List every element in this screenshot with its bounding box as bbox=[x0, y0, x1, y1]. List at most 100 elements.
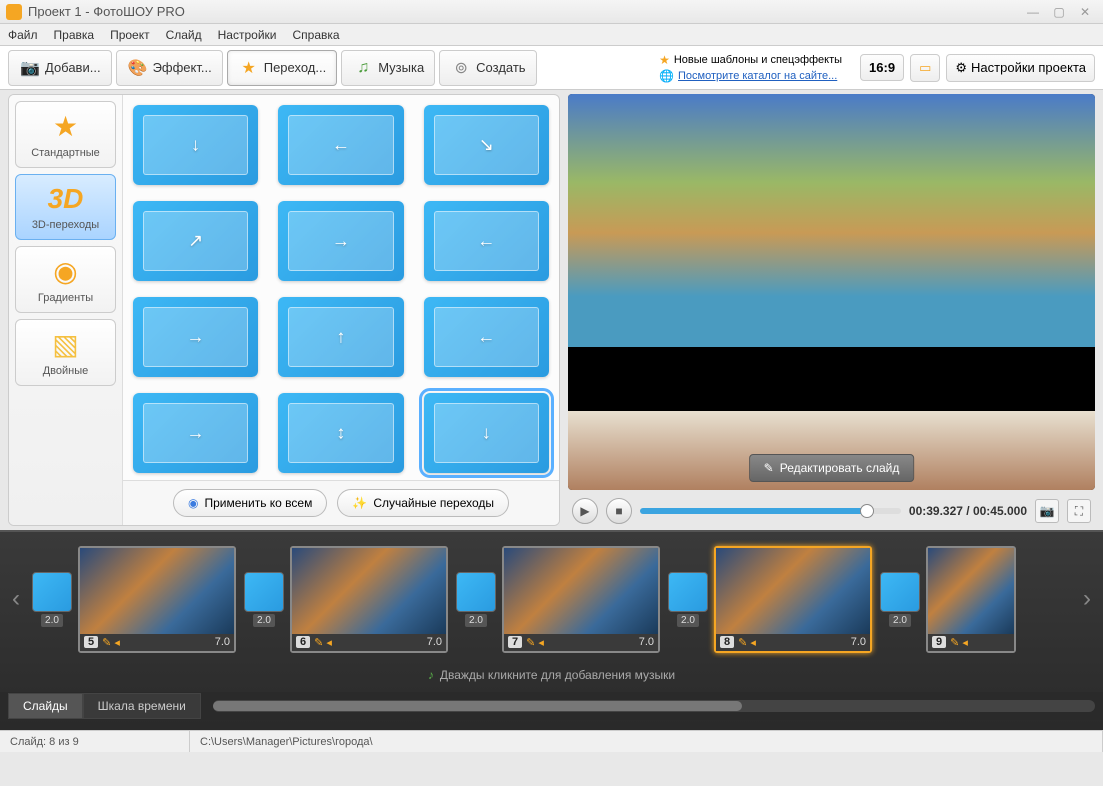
slide-edit-icons[interactable]: ✎ ◂ bbox=[314, 636, 332, 649]
transition-thumb[interactable]: ↓ bbox=[133, 105, 258, 185]
transition-duration: 2.0 bbox=[253, 614, 275, 627]
fullscreen-button[interactable]: ⛶ bbox=[1067, 499, 1091, 523]
random-label: Случайные переходы bbox=[373, 496, 494, 510]
arrow-icon: ← bbox=[332, 135, 350, 156]
slide-edit-icons[interactable]: ✎ ◂ bbox=[526, 636, 544, 649]
scrollbar-thumb[interactable] bbox=[213, 701, 742, 711]
timeline-tab-time[interactable]: Шкала времени bbox=[83, 693, 201, 719]
menu-file[interactable]: Файл bbox=[8, 28, 38, 42]
menu-slide[interactable]: Слайд bbox=[166, 28, 202, 42]
tab-create[interactable]: ⊚ Создать bbox=[439, 50, 536, 86]
slide-edit-icons[interactable]: ✎ ◂ bbox=[102, 636, 120, 649]
slide-edit-icons[interactable]: ✎ ◂ bbox=[950, 636, 968, 649]
tab-transitions[interactable]: ★ Переход... bbox=[227, 50, 337, 86]
play-button[interactable]: ▶ bbox=[572, 498, 598, 524]
tab-music[interactable]: ♫ Музыка bbox=[341, 50, 435, 86]
arrow-icon: ↓ bbox=[482, 423, 491, 444]
arrow-icon: ↗ bbox=[188, 231, 203, 252]
image-icon: ▭ bbox=[919, 60, 931, 76]
slide-thumbnail bbox=[504, 548, 658, 634]
transition-thumb[interactable]: ↕ bbox=[278, 393, 403, 473]
slide-card[interactable]: 9✎ ◂ bbox=[926, 546, 1016, 653]
music-track[interactable]: ♪ Дважды кликните для добавления музыки bbox=[0, 658, 1103, 692]
tab-add-label: Добави... bbox=[45, 60, 101, 75]
slide-card[interactable]: 7✎ ◂7.0 bbox=[502, 546, 660, 653]
transition-thumb[interactable]: ← bbox=[424, 297, 549, 377]
slide-duration: 7.0 bbox=[851, 636, 866, 648]
category-standard-label: Стандартные bbox=[31, 147, 100, 159]
slide-card[interactable]: 6✎ ◂7.0 bbox=[290, 546, 448, 653]
transition-thumb[interactable]: ↘ bbox=[424, 105, 549, 185]
project-settings-button[interactable]: ⚙ Настройки проекта bbox=[946, 54, 1095, 82]
menu-edit[interactable]: Правка bbox=[54, 28, 95, 42]
minimize-button[interactable]: — bbox=[1021, 4, 1045, 20]
transition-thumb[interactable]: ← bbox=[278, 105, 403, 185]
transition-thumb[interactable]: → bbox=[133, 297, 258, 377]
slide-info-bar: 7✎ ◂7.0 bbox=[504, 634, 658, 651]
menu-help[interactable]: Справка bbox=[292, 28, 339, 42]
random-button[interactable]: ✨ Случайные переходы bbox=[337, 489, 509, 517]
slide-duration: 7.0 bbox=[639, 636, 654, 648]
star-icon: ★ bbox=[659, 53, 670, 67]
menu-settings[interactable]: Настройки bbox=[218, 28, 277, 42]
preview-viewport: ✎ Редактировать слайд bbox=[568, 94, 1095, 490]
slide-thumbnail bbox=[716, 548, 870, 634]
category-standard[interactable]: ★ Стандартные bbox=[15, 101, 116, 168]
edit-slide-button[interactable]: ✎ Редактировать слайд bbox=[749, 454, 915, 482]
transition-thumb[interactable]: → bbox=[133, 393, 258, 473]
tab-effects[interactable]: 🎨 Эффект... bbox=[116, 50, 223, 86]
transition-thumb[interactable]: ↗ bbox=[133, 201, 258, 281]
header-links: ★Новые шаблоны и спецэффекты 🌐Посмотрите… bbox=[659, 53, 842, 83]
stop-button[interactable]: ■ bbox=[606, 498, 632, 524]
timeline-next-button[interactable]: › bbox=[1079, 585, 1095, 613]
slider-knob[interactable] bbox=[860, 504, 874, 518]
slide-card[interactable]: 5✎ ◂7.0 bbox=[78, 546, 236, 653]
wand-icon: ✨ bbox=[352, 496, 367, 510]
category-3d[interactable]: 3D 3D-переходы bbox=[15, 174, 116, 240]
slider-fill bbox=[640, 508, 867, 514]
tab-effects-label: Эффект... bbox=[153, 60, 212, 75]
transition-mini-thumb bbox=[456, 572, 496, 612]
background-button[interactable]: ▭ bbox=[910, 54, 940, 82]
transition-thumb[interactable]: ← bbox=[424, 201, 549, 281]
transition-mini[interactable]: 2.0 bbox=[454, 572, 498, 627]
transition-mini[interactable]: 2.0 bbox=[878, 572, 922, 627]
transition-thumb[interactable]: ↓ bbox=[424, 393, 549, 473]
slide-edit-icons[interactable]: ✎ ◂ bbox=[738, 636, 756, 649]
templates-link[interactable]: Новые шаблоны и спецэффекты bbox=[674, 54, 842, 66]
maximize-button[interactable]: ▢ bbox=[1047, 4, 1071, 20]
music-note-icon: ♪ bbox=[428, 668, 434, 682]
transition-mini[interactable]: 2.0 bbox=[242, 572, 286, 627]
slide-thumbnail bbox=[292, 548, 446, 634]
transition-mini[interactable]: 2.0 bbox=[666, 572, 710, 627]
timeline-prev-button[interactable]: ‹ bbox=[8, 585, 24, 613]
tab-transitions-label: Переход... bbox=[264, 60, 326, 75]
tab-add[interactable]: 📷 Добави... bbox=[8, 50, 112, 86]
music-note-icon: ♫ bbox=[352, 57, 374, 79]
slide-card[interactable]: 8✎ ◂7.0 bbox=[714, 546, 872, 653]
timeline-scrollbar[interactable] bbox=[213, 700, 1095, 712]
apply-all-button[interactable]: ◉ Применить ко всем bbox=[173, 489, 327, 517]
transition-thumb[interactable]: ↑ bbox=[278, 297, 403, 377]
catalog-link[interactable]: Посмотрите каталог на сайте... bbox=[678, 70, 837, 82]
slide-info-bar: 6✎ ◂7.0 bbox=[292, 634, 446, 651]
timeline-tab-slides[interactable]: Слайды bbox=[8, 693, 83, 719]
transition-thumb[interactable]: → bbox=[278, 201, 403, 281]
film-strip: ‹ 2.05✎ ◂7.02.06✎ ◂7.02.07✎ ◂7.02.08✎ ◂7… bbox=[0, 540, 1103, 658]
playback-slider[interactable] bbox=[640, 508, 901, 514]
category-double[interactable]: ▧ Двойные bbox=[15, 319, 116, 386]
transition-mini-thumb bbox=[668, 572, 708, 612]
category-gradients[interactable]: ◉ Градиенты bbox=[15, 246, 116, 313]
3d-icon: 3D bbox=[20, 183, 111, 215]
snapshot-button[interactable]: 📷 bbox=[1035, 499, 1059, 523]
playback-time: 00:39.327 / 00:45.000 bbox=[909, 504, 1027, 518]
menu-project[interactable]: Проект bbox=[110, 28, 150, 42]
slide-duration: 7.0 bbox=[427, 636, 442, 648]
close-button[interactable]: ✕ bbox=[1073, 4, 1097, 20]
globe-icon: ◉ bbox=[188, 496, 198, 510]
tab-music-label: Музыка bbox=[378, 60, 424, 75]
transition-mini[interactable]: 2.0 bbox=[30, 572, 74, 627]
film-reel-icon: ⊚ bbox=[450, 57, 472, 79]
aspect-ratio-button[interactable]: 16:9 bbox=[860, 54, 904, 81]
arrow-icon: ↕ bbox=[336, 423, 345, 444]
